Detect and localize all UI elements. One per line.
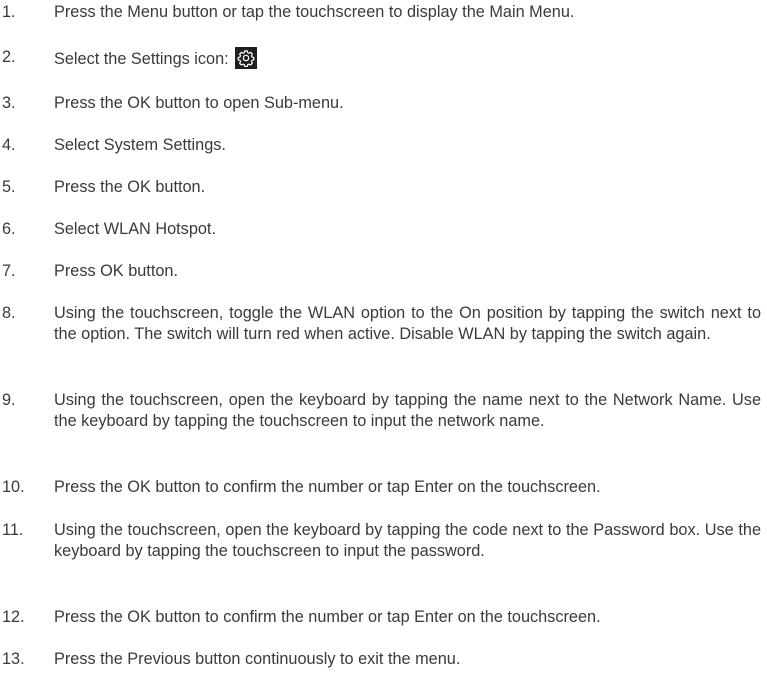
step-text: Using the touchscreen, open the keyboard… xyxy=(54,521,761,560)
step-text: Press the OK button. xyxy=(54,178,206,196)
step-number: 4. xyxy=(2,136,16,154)
step-number: 12. xyxy=(2,608,25,626)
step-number: 2. xyxy=(2,48,16,66)
step-number: 3. xyxy=(2,94,16,112)
step-item: 9. Using the touchscreen, open the keybo… xyxy=(0,390,767,432)
step-item: 6. Select WLAN Hotspot. xyxy=(0,219,767,240)
step-item: 12. Press the OK button to confirm the n… xyxy=(0,607,767,628)
step-item: 3. Press the OK button to open Sub-menu. xyxy=(0,93,767,114)
step-text-with-icon: Select the Settings icon: xyxy=(54,47,761,70)
step-number: 9. xyxy=(2,391,16,409)
step-item: 13. Press the Previous button continuous… xyxy=(0,649,767,670)
step-item: 11. Using the touchscreen, open the keyb… xyxy=(0,520,767,562)
step-number: 10. xyxy=(2,478,25,496)
step-number: 7. xyxy=(2,262,16,280)
step-text: Press the OK button to confirm the numbe… xyxy=(54,608,601,626)
step-text: Select WLAN Hotspot. xyxy=(54,220,216,238)
step-text: Press OK button. xyxy=(54,262,178,280)
step-number: 5. xyxy=(2,178,16,196)
step-item: 4. Select System Settings. xyxy=(0,135,767,156)
step-number: 8. xyxy=(2,304,16,322)
step-number: 6. xyxy=(2,220,16,238)
step-text: Using the touchscreen, open the keyboard… xyxy=(54,391,761,430)
step-text: Using the touchscreen, toggle the WLAN o… xyxy=(54,304,761,343)
step-text: Press the Menu button or tap the touchsc… xyxy=(54,3,575,21)
step-number: 11. xyxy=(2,521,24,539)
step-item: 10. Press the OK button to confirm the n… xyxy=(0,477,767,498)
step-number: 1. xyxy=(2,3,16,21)
step-number: 13. xyxy=(2,650,25,668)
step-item: 1. Press the Menu button or tap the touc… xyxy=(0,2,767,23)
step-text: Select the Settings icon: xyxy=(54,50,229,68)
step-text: Press the Previous button continuously t… xyxy=(54,650,461,668)
settings-gear-icon xyxy=(234,47,257,69)
step-item: 7. Press OK button. xyxy=(0,261,767,282)
step-item: 2. Select the Settings icon: xyxy=(0,47,767,70)
step-text: Press the OK button to confirm the numbe… xyxy=(54,478,601,496)
step-text: Press the OK button to open Sub-menu. xyxy=(54,94,344,112)
step-text: Select System Settings. xyxy=(54,136,226,154)
step-item: 5. Press the OK button. xyxy=(0,177,767,198)
step-item: 8. Using the touchscreen, toggle the WLA… xyxy=(0,303,767,345)
